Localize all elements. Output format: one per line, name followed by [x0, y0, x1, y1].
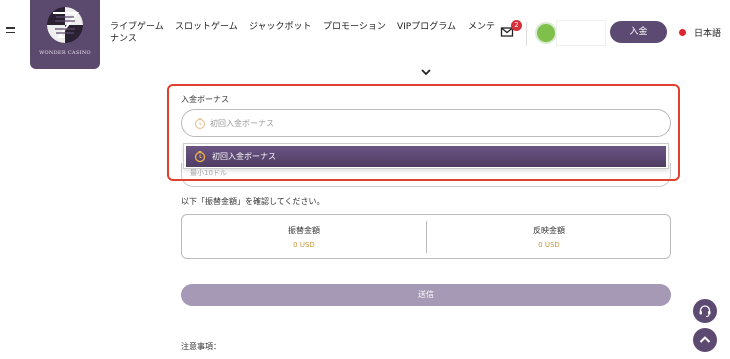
reflect-amount-value: 0 USD — [538, 241, 560, 249]
header: WONDER CASINO ライブゲーム スロットゲーム ジャックポット プロモ… — [0, 0, 730, 69]
language-selector[interactable]: 日本語 — [694, 26, 721, 39]
highlight-outline — [167, 84, 680, 181]
chevron-up-icon — [699, 336, 711, 343]
reflect-amount-label: 反映金額 — [533, 226, 565, 235]
nav-item-vip-program[interactable]: VIPプログラム — [397, 21, 456, 34]
notes-label: 注意事項： — [181, 342, 221, 351]
logo[interactable]: WONDER CASINO — [30, 0, 100, 69]
reflect-amount: 反映金額 0 USD — [427, 215, 671, 260]
scroll-top-button[interactable] — [693, 328, 717, 352]
transfer-amount-label: 振替金額 — [288, 226, 320, 235]
logo-swirl-icon — [47, 7, 83, 43]
support-icon — [699, 305, 711, 317]
menu-icon[interactable] — [6, 27, 16, 35]
nav-item-jackpot[interactable]: ジャックポット — [249, 21, 312, 34]
amount-summary: 振替金額 0 USD 反映金額 0 USD — [181, 214, 671, 259]
mail-badge: 2 — [511, 20, 522, 31]
nav-item-slot-game[interactable]: スロットゲーム — [175, 21, 238, 34]
user-info-box[interactable] — [556, 20, 606, 46]
header-divider — [526, 22, 527, 46]
logo-text: WONDER CASINO — [39, 50, 91, 56]
nav-item-promotion[interactable]: プロモーション — [323, 21, 386, 34]
nav-item-maintenance[interactable]: メンテ — [468, 21, 495, 34]
transfer-amount-value: 0 USD — [293, 241, 315, 249]
confirm-instruction: 以下「振替金額」を確認してください。 — [181, 197, 325, 206]
support-button[interactable] — [693, 299, 717, 323]
nav-item-maintenance-cont[interactable]: ナンス — [110, 33, 137, 46]
avatar[interactable] — [535, 22, 557, 44]
submit-button[interactable]: 送信 — [181, 284, 671, 306]
deposit-button[interactable]: 入金 — [610, 21, 667, 43]
transfer-amount: 振替金額 0 USD — [182, 215, 426, 260]
chevron-down-icon[interactable] — [420, 67, 432, 77]
japan-flag-icon — [679, 29, 686, 36]
